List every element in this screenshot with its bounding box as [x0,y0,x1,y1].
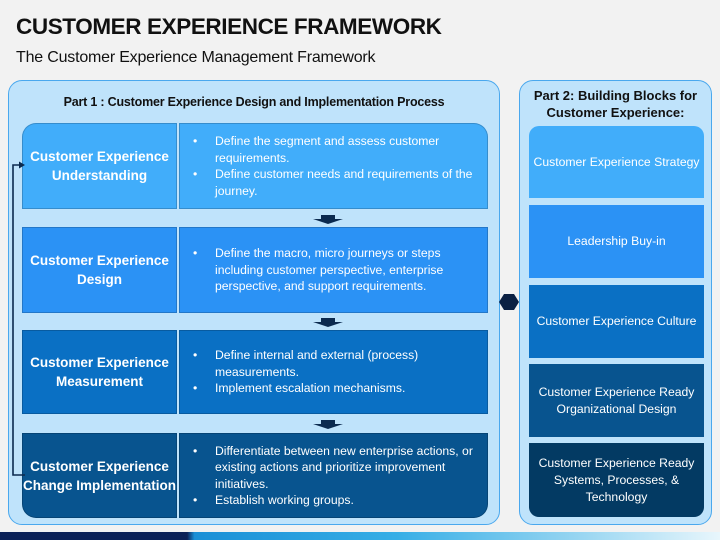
part1-title: Part 1 : Customer Experience Design and … [63,95,445,109]
down-arrow-icon [313,215,343,224]
bullet-icon: • [193,134,198,148]
bullet-icon: • [193,443,198,458]
bullet-item: • Differentiate between new enterprise ac… [193,443,473,491]
footer-gradient-bar [0,532,720,540]
step-label: Customer Experience Design [22,227,177,313]
building-block-culture: Customer Experience Culture [529,285,704,358]
part2-title: Part 2: Building Blocks for Customer Exp… [533,88,698,120]
slide-title: CUSTOMER EXPERIENCE FRAMEWORK [16,14,442,39]
bullet-icon: • [193,246,198,261]
building-block-strategy: Customer Experience Strategy [529,126,704,198]
step-description: • Define the macro, micro journeys or ste… [179,227,488,313]
building-block-leadership: Leadership Buy-in [529,205,704,278]
part2-panel: Part 2: Building Blocks for Customer Exp… [519,80,712,525]
process-step-understanding: Customer Experience Understanding • Defin… [22,123,488,209]
step-description: • Define the segment and assess customer … [179,123,488,209]
part1-panel: Part 1 : Customer Experience Design and … [8,80,500,525]
bullet-item: • Define customer needs and requirements … [193,167,473,198]
bidirectional-connector-icon [499,292,519,312]
slide-subtitle: The Customer Experience Management Frame… [16,49,376,66]
step-label: Customer Experience Change Implementatio… [22,433,177,518]
process-step-design: Customer Experience Design • Define the m… [22,227,488,313]
down-arrow-icon [313,420,343,429]
building-block-systems-technology: Customer Experience Ready Systems, Proce… [529,443,704,517]
bullet-item: • Define internal and external (process) … [193,348,419,379]
bullet-item: • Define the macro, micro journeys or ste… [193,246,444,294]
step-label: Customer Experience Measurement [22,330,177,414]
feedback-loop-arrow-icon [8,160,26,476]
step-description: • Differentiate between new enterprise ac… [179,433,488,518]
process-step-change-implementation: Customer Experience Change Implementatio… [22,433,488,518]
bullet-item: • Establish working groups. [193,493,354,507]
step-label: Customer Experience Understanding [22,123,177,209]
process-step-measurement: Customer Experience Measurement • Define … [22,330,488,414]
bullet-icon: • [193,167,198,181]
bullet-icon: • [193,493,198,507]
bullet-icon: • [193,381,198,396]
bullet-icon: • [193,348,198,363]
bullet-item: • Define the segment and assess customer … [193,134,440,165]
bullet-item: • Implement escalation mechanisms. [193,381,406,396]
step-description: • Define internal and external (process) … [179,330,488,414]
building-block-organizational-design: Customer Experience Ready Organizational… [529,364,704,437]
down-arrow-icon [313,318,343,327]
